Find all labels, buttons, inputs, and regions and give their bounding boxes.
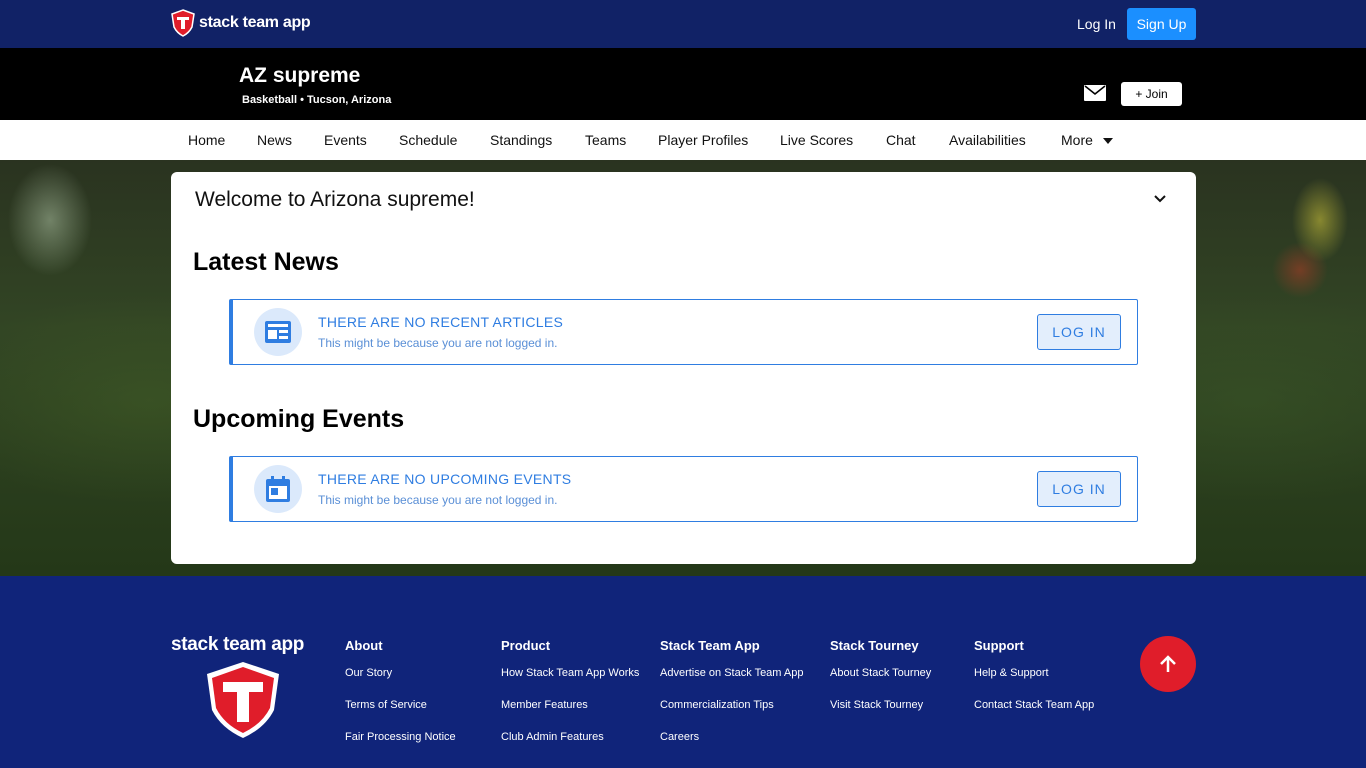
nav-home[interactable]: Home (188, 132, 225, 148)
footer-col-title: Stack Team App (660, 638, 760, 653)
footer-col-stack-team-app: Stack Team App Advertise on Stack Team A… (660, 638, 804, 763)
footer-link[interactable]: Help & Support (974, 667, 1094, 679)
nav-more[interactable]: More (1061, 132, 1113, 148)
welcome-heading: Welcome to Arizona supreme! (195, 188, 475, 211)
club-subtitle: Basketball • Tucson, Arizona (242, 94, 392, 106)
nav-chat[interactable]: Chat (886, 132, 916, 148)
arrow-up-icon (1160, 655, 1176, 672)
chevron-down-icon[interactable] (1153, 192, 1167, 206)
events-notice-subtitle: This might be because you are not logged… (318, 493, 558, 507)
events-notice: THERE ARE NO UPCOMING EVENTS This might … (229, 456, 1138, 522)
footer-link[interactable]: Club Admin Features (501, 731, 639, 743)
footer: stack team app About Our Story Terms of … (0, 576, 1366, 768)
footer-link[interactable]: Commercialization Tips (660, 699, 804, 711)
latest-news-title: Latest News (193, 248, 339, 276)
footer-link[interactable]: Contact Stack Team App (974, 699, 1094, 711)
scroll-to-top-button[interactable] (1140, 636, 1196, 692)
footer-link[interactable]: Careers (660, 731, 804, 743)
nav-availabilities[interactable]: Availabilities (949, 132, 1026, 148)
footer-col-title: About (345, 638, 383, 653)
club-header: AZ supreme Basketball • Tucson, Arizona … (0, 48, 1366, 120)
footer-link[interactable]: Advertise on Stack Team App (660, 667, 804, 679)
club-navbar: Home News Events Schedule Standings Team… (0, 120, 1366, 160)
brand-name: stack team app (199, 14, 311, 31)
events-notice-title: THERE ARE NO UPCOMING EVENTS (318, 471, 572, 487)
footer-col-title: Support (974, 638, 1024, 653)
nav-standings[interactable]: Standings (490, 132, 552, 148)
nav-player-profiles[interactable]: Player Profiles (658, 132, 748, 148)
shield-logo-icon (171, 9, 195, 37)
footer-shield-logo-icon[interactable] (203, 660, 283, 740)
footer-brand-name: stack team app (171, 634, 305, 655)
events-login-button[interactable]: LOG IN (1037, 471, 1121, 507)
footer-col-about: About Our Story Terms of Service Fair Pr… (345, 638, 456, 763)
login-link[interactable]: Log In (1077, 16, 1116, 32)
calendar-icon (254, 465, 302, 513)
footer-link[interactable]: How Stack Team App Works (501, 667, 639, 679)
footer-link[interactable]: Visit Stack Tourney (830, 699, 931, 711)
top-navbar: stack team app Log In Sign Up (0, 0, 1366, 48)
main-card: Welcome to Arizona supreme! Latest News … (171, 172, 1196, 564)
footer-link[interactable]: Our Story (345, 667, 456, 679)
brand-logo[interactable]: stack team app (170, 9, 311, 37)
signup-button[interactable]: Sign Up (1127, 8, 1196, 40)
footer-col-support: Support Help & Support Contact Stack Tea… (974, 638, 1094, 731)
club-name: AZ supreme (239, 64, 361, 87)
footer-col-title: Product (501, 638, 551, 653)
footer-link[interactable]: About Stack Tourney (830, 667, 931, 679)
footer-link[interactable]: Terms of Service (345, 699, 456, 711)
footer-col-stack-tourney: Stack Tourney About Stack Tourney Visit … (830, 638, 931, 731)
nav-more-label: More (1061, 132, 1093, 148)
news-notice-title: THERE ARE NO RECENT ARTICLES (318, 314, 564, 330)
newspaper-icon (254, 308, 302, 356)
footer-link[interactable]: Member Features (501, 699, 639, 711)
news-login-button[interactable]: LOG IN (1037, 314, 1121, 350)
nav-news[interactable]: News (257, 132, 292, 148)
upcoming-events-title: Upcoming Events (193, 405, 405, 433)
footer-link[interactable]: Fair Processing Notice (345, 731, 456, 743)
footer-col-product: Product How Stack Team App Works Member … (501, 638, 639, 763)
nav-live-scores[interactable]: Live Scores (780, 132, 853, 148)
mail-icon[interactable] (1084, 85, 1106, 101)
news-notice-subtitle: This might be because you are not logged… (318, 336, 558, 350)
nav-schedule[interactable]: Schedule (399, 132, 457, 148)
caret-down-icon (1102, 138, 1113, 145)
footer-col-title: Stack Tourney (830, 638, 919, 653)
nav-teams[interactable]: Teams (585, 132, 626, 148)
news-notice: THERE ARE NO RECENT ARTICLES This might … (229, 299, 1138, 365)
nav-events[interactable]: Events (324, 132, 367, 148)
join-button[interactable]: + Join (1121, 82, 1182, 106)
